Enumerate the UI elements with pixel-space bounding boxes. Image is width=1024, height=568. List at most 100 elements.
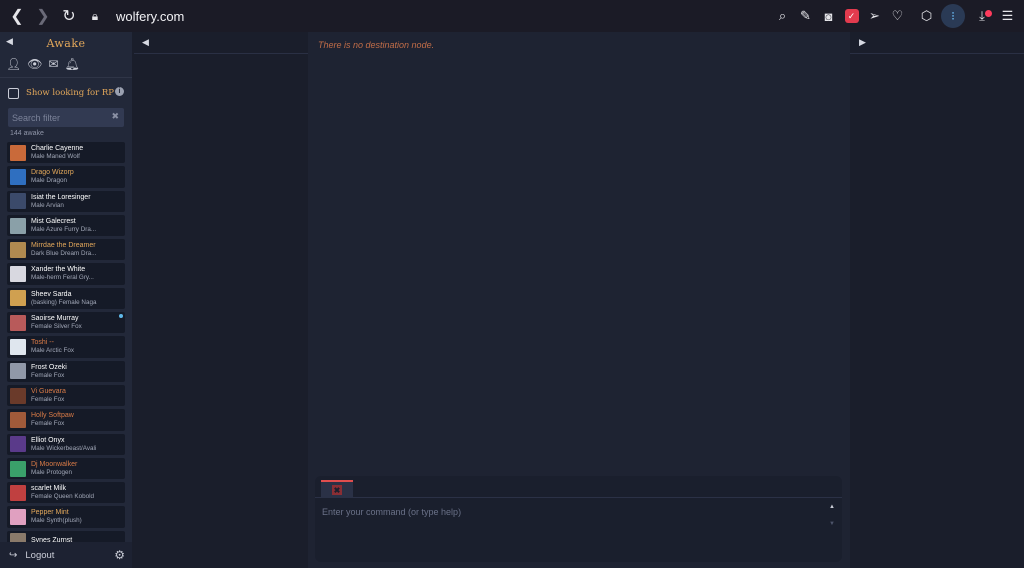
search-filter: ✖ bbox=[8, 108, 124, 128]
character-item[interactable]: Frost Ozeki Female Fox bbox=[7, 360, 125, 382]
character-item[interactable]: Xander the White Male-herm Feral Gry... bbox=[7, 263, 125, 285]
character-name: Vi Guevara bbox=[31, 387, 66, 395]
command-console: ✖ ▲ ▼ bbox=[315, 476, 842, 562]
avatar bbox=[10, 460, 26, 477]
back-icon[interactable]: ❮ bbox=[4, 3, 30, 29]
character-item[interactable]: Mirrdae the Dreamer Dark Blue Dream Dra..… bbox=[7, 239, 125, 261]
command-input[interactable] bbox=[322, 504, 812, 520]
clear-icon[interactable]: ✖ bbox=[111, 111, 119, 122]
character-description: Male Arvian bbox=[31, 201, 64, 209]
character-text: Frost Ozeki Female Fox bbox=[31, 364, 67, 379]
avatar bbox=[10, 363, 26, 380]
info-icon[interactable]: i bbox=[115, 87, 124, 96]
reload-icon[interactable]: ↻ bbox=[56, 3, 82, 29]
forward-icon[interactable]: ❯ bbox=[30, 3, 56, 29]
character-description: Male Wickerbeast/Avali bbox=[31, 444, 97, 452]
character-text: Saoirse Murray Female Silver Fox bbox=[31, 315, 82, 330]
avatar bbox=[10, 509, 26, 526]
gear-icon[interactable]: ⚙ bbox=[114, 548, 125, 562]
avatar bbox=[10, 411, 26, 428]
character-item[interactable]: Drago Wizorp Male Dragon bbox=[7, 166, 125, 188]
character-item[interactable]: Sheev Sarda (basking) Female Naga bbox=[7, 287, 125, 310]
bell-icon[interactable]: 🔔︎ bbox=[65, 57, 80, 71]
avatar bbox=[10, 290, 26, 307]
url-bar[interactable]: wolfery.com bbox=[116, 9, 184, 24]
avatar bbox=[10, 168, 26, 185]
character-name: Elliot Onyx bbox=[31, 436, 65, 444]
edit-icon[interactable]: ✎ bbox=[795, 4, 816, 28]
character-list: Charlie Cayenne Male Maned Wolf Drago Wizo… bbox=[0, 142, 132, 553]
avatar bbox=[10, 339, 26, 356]
character-name: scarlet Milk bbox=[31, 485, 67, 493]
left-panel: ◀ bbox=[134, 32, 308, 568]
avatar bbox=[10, 217, 26, 234]
history-up-icon[interactable]: ▲ bbox=[829, 504, 835, 510]
no-destination-message: There is no destination node. bbox=[318, 40, 435, 50]
character-text: Drago Wizorp Male Dragon bbox=[31, 169, 74, 184]
close-icon[interactable]: ✖ bbox=[332, 485, 342, 495]
search-input[interactable] bbox=[8, 108, 124, 128]
divider bbox=[134, 53, 308, 54]
download-icon[interactable]: ⤓ bbox=[969, 4, 995, 28]
send-icon[interactable]: ➢ bbox=[864, 4, 885, 28]
character-text: Isiat the Loresinger Male Arvian bbox=[31, 194, 91, 209]
character-description: Male Azure Furry Dra... bbox=[31, 225, 97, 233]
character-text: Toshi -- Male Arctic Fox bbox=[31, 339, 74, 354]
sidebar-tools: 👤︎ 👁︎ ✉ 🔔︎ bbox=[0, 54, 132, 74]
zoom-icon[interactable]: ⌕ bbox=[772, 4, 793, 28]
avatar bbox=[10, 266, 26, 283]
character-name: Mist Galecrest bbox=[31, 217, 76, 225]
character-name: Xander the White bbox=[31, 266, 86, 274]
expand-right-panel-icon[interactable]: ▶ bbox=[859, 37, 866, 48]
character-name: Saoirse Murray bbox=[31, 315, 79, 323]
character-item[interactable]: Holly Softpaw Female Fox bbox=[7, 409, 125, 431]
character-name: Mirrdae the Dreamer bbox=[31, 242, 96, 250]
sidebar-title: Awake bbox=[46, 36, 86, 50]
character-item[interactable]: Elliot Onyx Male Wickerbeast/Avali bbox=[7, 433, 125, 455]
lock-icon[interactable]: 🔒︎ bbox=[82, 3, 108, 29]
character-item[interactable]: Vi Guevara Female Fox bbox=[7, 384, 125, 407]
right-panel: ▶ bbox=[850, 32, 1024, 568]
character-text: Holly Softpaw Female Fox bbox=[31, 412, 74, 427]
logout-icon[interactable]: ↪ bbox=[9, 550, 17, 561]
character-item[interactable]: Dj Moonwalker Male Protogen bbox=[7, 457, 125, 480]
character-item[interactable]: Pepper Mint Male Synth(plush) bbox=[7, 506, 125, 528]
divider bbox=[0, 77, 132, 78]
console-tabs: ✖ bbox=[315, 476, 842, 498]
character-text: Mirrdae the Dreamer Dark Blue Dream Dra..… bbox=[31, 242, 96, 257]
mail-icon[interactable]: ✉ bbox=[48, 57, 58, 71]
character-text: Pepper Mint Male Synth(plush) bbox=[31, 509, 82, 524]
collapse-left-panel-icon[interactable]: ◀ bbox=[142, 37, 149, 48]
sidebar-footer: ↪ Logout ⚙ bbox=[0, 542, 132, 568]
menu-icon[interactable]: ☰ bbox=[997, 4, 1018, 28]
avatar bbox=[10, 436, 26, 453]
eye-icon[interactable]: 👁︎ bbox=[27, 57, 42, 71]
console-tab[interactable]: ✖ bbox=[321, 480, 353, 498]
character-item[interactable]: Mist Galecrest Male Azure Furry Dra... bbox=[7, 214, 125, 237]
add-user-icon[interactable]: 👤︎ bbox=[6, 57, 21, 71]
character-item[interactable]: Saoirse Murray Female Silver Fox bbox=[7, 312, 125, 334]
avatar bbox=[10, 241, 26, 258]
extension-icon[interactable]: ⁝ bbox=[939, 4, 967, 28]
character-item[interactable]: Isiat the Loresinger Male Arvian bbox=[7, 190, 125, 212]
logout-button[interactable]: Logout bbox=[25, 550, 54, 561]
character-description: Male Maned Wolf bbox=[31, 153, 80, 160]
character-description: Male Protogen bbox=[31, 468, 72, 476]
status-dot bbox=[119, 314, 123, 319]
collapse-left-icon[interactable]: ◀ bbox=[6, 36, 13, 47]
character-name: Isiat the Loresinger bbox=[31, 193, 91, 201]
looking-label: Show looking for RP bbox=[26, 88, 114, 98]
history-down-icon[interactable]: ▼ bbox=[829, 521, 835, 527]
character-text: Dj Moonwalker Male Protogen bbox=[31, 461, 77, 476]
cube-icon[interactable]: ⬡ bbox=[916, 4, 937, 28]
pocket-icon[interactable]: ✓ bbox=[841, 4, 862, 28]
show-looking-toggle[interactable]: Show looking for RP i bbox=[0, 81, 132, 105]
looking-checkbox[interactable] bbox=[8, 87, 19, 99]
character-item[interactable]: Charlie Cayenne Male Maned Wolf bbox=[7, 142, 125, 164]
heart-icon[interactable]: ♡ bbox=[887, 4, 908, 28]
character-description: Male Dragon bbox=[31, 177, 68, 185]
character-item[interactable]: Toshi -- Male Arctic Fox bbox=[7, 336, 125, 358]
character-description: Female Silver Fox bbox=[31, 323, 82, 331]
camera-icon[interactable]: ◙ bbox=[818, 4, 839, 28]
character-item[interactable]: scarlet Milk Female Queen Kobold bbox=[7, 482, 125, 504]
